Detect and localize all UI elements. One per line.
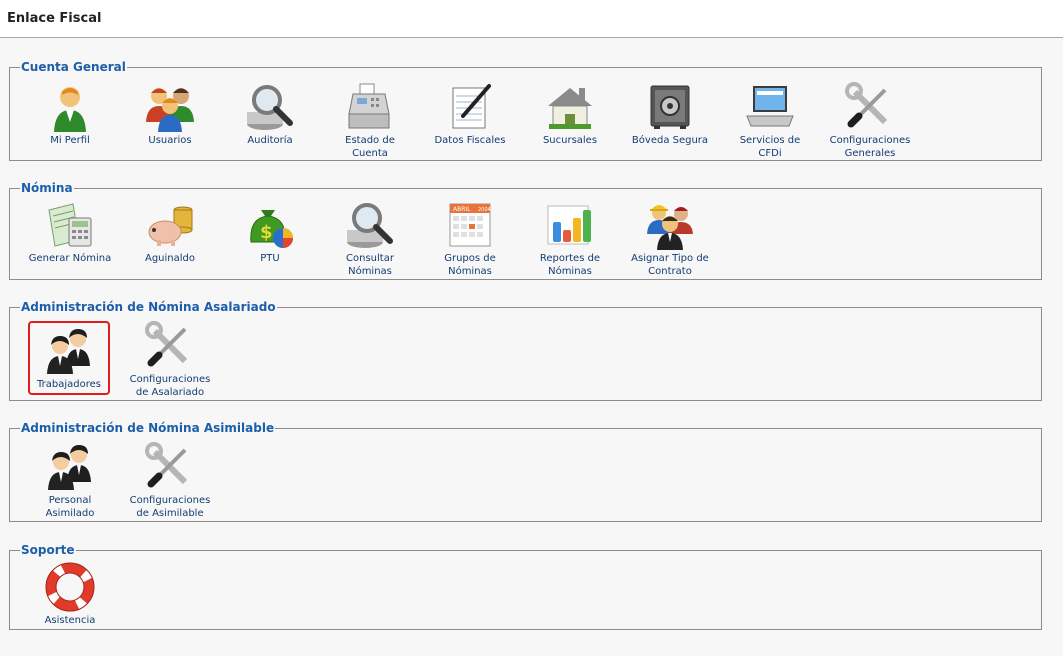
item-label: Bóveda Segura xyxy=(631,135,709,146)
section-legend: Cuenta General xyxy=(21,60,126,74)
item-personal-asimilado[interactable]: Personal Asimilado xyxy=(25,442,115,520)
user-icon xyxy=(54,87,86,132)
item-estado-de-cuenta[interactable]: Estado de Cuenta xyxy=(325,82,415,160)
lifebuoy-icon xyxy=(45,562,95,612)
safe-icon xyxy=(650,85,690,129)
magnifier-icon xyxy=(247,85,293,130)
item-label: Auditoría xyxy=(247,135,293,146)
item-label: Grupos de Nóminas xyxy=(444,253,496,277)
laptop-icon xyxy=(746,86,794,127)
people-icon xyxy=(47,329,90,374)
item-generar-nomina[interactable]: Generar Nómina xyxy=(25,200,115,265)
item-auditoria[interactable]: Auditoría xyxy=(225,82,315,147)
item-asignar-tipo-de-contrato[interactable]: Asignar Tipo de Contrato xyxy=(625,200,715,278)
item-label: Asignar Tipo de Contrato xyxy=(631,253,709,277)
svg-text:$: $ xyxy=(260,222,273,243)
workers-icon xyxy=(647,205,693,250)
page-header: Enlace Fiscal xyxy=(0,0,1063,38)
item-datos-fiscales[interactable]: Datos Fiscales xyxy=(425,82,515,147)
section-legend: Soporte xyxy=(21,543,75,557)
item-label: Mi Perfil xyxy=(50,135,90,146)
calendar-month-text: ABRIL xyxy=(453,206,471,213)
item-label: Configuraciones de Asalariado xyxy=(129,374,211,398)
item-label: Datos Fiscales xyxy=(434,135,506,146)
tools-icon xyxy=(145,321,188,367)
item-label: Estado de Cuenta xyxy=(345,135,395,159)
item-asistencia[interactable]: Asistencia xyxy=(25,562,115,627)
item-label: Usuarios xyxy=(148,135,192,146)
item-aguinaldo[interactable]: Aguinaldo xyxy=(125,200,215,265)
item-label: Configuraciones Generales xyxy=(829,135,911,159)
section-soporte: Soporte Asistencia xyxy=(9,543,1042,630)
item-label: Generar Nómina xyxy=(28,253,112,264)
item-servicios-cfdi[interactable]: Servicios de CFDi xyxy=(725,82,815,160)
item-reportes-de-nominas[interactable]: Reportes de Nóminas xyxy=(525,200,615,278)
item-label: Asistencia xyxy=(44,615,96,626)
magnifier-icon xyxy=(347,203,393,248)
item-trabajadores[interactable]: Trabajadores xyxy=(28,321,110,395)
item-consultar-nominas[interactable]: Consultar Nóminas xyxy=(325,200,415,278)
item-ptu[interactable]: $ PTU xyxy=(225,200,315,265)
item-label: Consultar Nóminas xyxy=(346,253,394,277)
section-cuenta-general: Cuenta General Mi Perfil Usuarios Audito… xyxy=(9,60,1042,161)
calendar-icon: ABRIL 2004 xyxy=(449,203,491,247)
piggy-bank-icon xyxy=(148,206,193,246)
item-label: Reportes de Nóminas xyxy=(539,253,601,277)
house-icon xyxy=(548,88,592,129)
item-label: Sucursales xyxy=(542,135,598,146)
notepad-pen-icon xyxy=(452,84,491,129)
page-title: Enlace Fiscal xyxy=(7,11,102,26)
calculator-icon xyxy=(48,203,92,247)
item-label: Personal Asimilado xyxy=(45,495,95,519)
item-configuraciones-generales[interactable]: Configuraciones Generales xyxy=(825,82,915,160)
item-mi-perfil[interactable]: Mi Perfil xyxy=(25,82,115,147)
item-boveda-segura[interactable]: Bóveda Segura xyxy=(625,82,715,147)
calendar-year-text: 2004 xyxy=(478,207,491,213)
tools-icon xyxy=(145,442,188,488)
cash-register-icon xyxy=(348,83,390,129)
section-nomina-asimilable: Administración de Nómina Asimilable Pers… xyxy=(9,421,1042,522)
item-label: Servicios de CFDi xyxy=(739,135,801,159)
section-legend: Nómina xyxy=(21,181,73,195)
item-grupos-de-nominas[interactable]: ABRIL 2004 Grupos de Nóminas xyxy=(425,200,515,278)
item-label: Trabajadores xyxy=(37,379,101,390)
item-sucursales[interactable]: Sucursales xyxy=(525,82,615,147)
item-configuraciones-asimilable[interactable]: Configuraciones de Asimilable xyxy=(125,442,215,520)
item-label: Aguinaldo xyxy=(144,253,195,264)
item-label: Configuraciones de Asimilable xyxy=(129,495,211,519)
money-bag-icon: $ xyxy=(250,210,293,248)
bar-chart-icon xyxy=(547,205,591,245)
tools-icon xyxy=(845,82,888,128)
section-legend: Administración de Nómina Asalariado xyxy=(21,300,276,314)
item-label: PTU xyxy=(260,253,280,264)
people-icon xyxy=(48,445,91,490)
item-configuraciones-asalariado[interactable]: Configuraciones de Asalariado xyxy=(125,321,215,399)
section-legend: Administración de Nómina Asimilable xyxy=(21,421,275,435)
section-nomina: Nómina Generar Nómina Aguinaldo $ PTU Co… xyxy=(9,181,1042,280)
users-icon xyxy=(146,88,194,132)
item-usuarios[interactable]: Usuarios xyxy=(125,82,215,147)
section-nomina-asalariado: Administración de Nómina Asalariado Trab… xyxy=(9,300,1042,401)
